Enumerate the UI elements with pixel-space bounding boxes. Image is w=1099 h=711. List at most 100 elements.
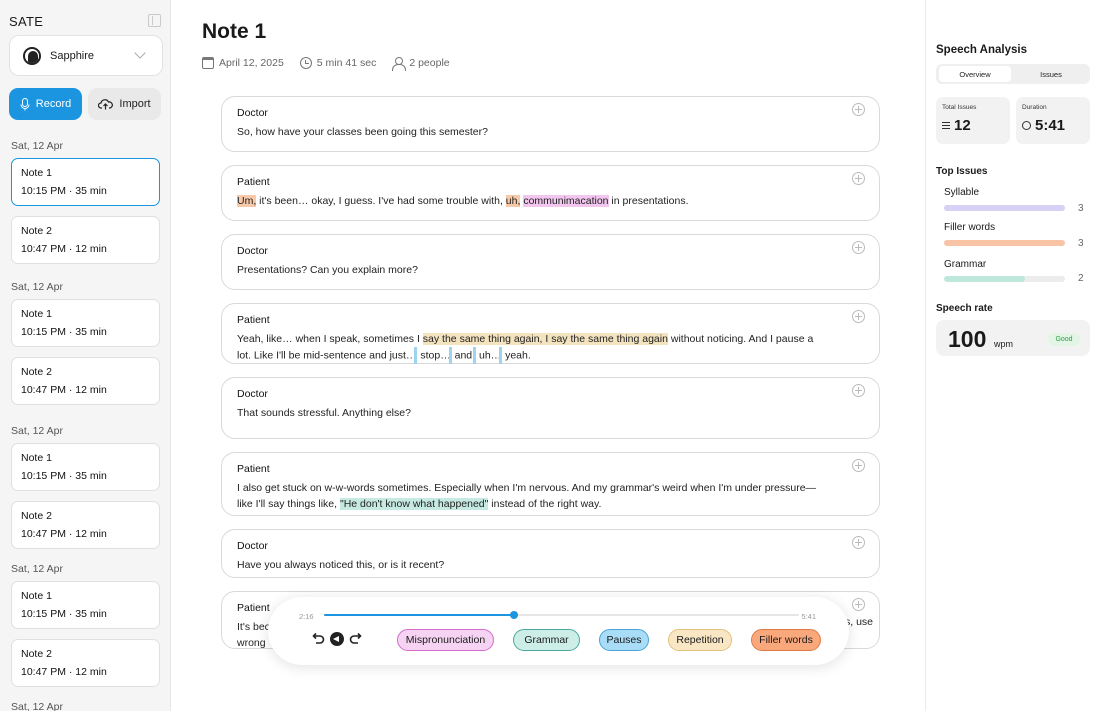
record-button[interactable]: Record (9, 88, 82, 120)
transcript-message: Patient I also get stuck on w-w-words som… (221, 452, 880, 516)
text-span: uh… (476, 349, 502, 362)
text-span: So, how have your classes been going thi… (237, 126, 488, 138)
tab-issues[interactable]: Issues (1015, 66, 1087, 82)
filter-chip-pauses[interactable]: Pauses (599, 629, 649, 651)
page-title: Note 1 (202, 20, 267, 43)
note-list-item[interactable]: Note 2 10:47 PM · 12 min (11, 216, 160, 264)
issue-count: 3 (1078, 203, 1084, 214)
note-date: April 12, 2025 (202, 57, 284, 69)
total-issues-card: Total Issues 12 (936, 97, 1010, 144)
add-icon[interactable] (852, 241, 865, 254)
analysis-tabs: Overview Issues (936, 64, 1090, 84)
note-title: Note 2 (21, 225, 52, 237)
add-icon[interactable] (852, 172, 865, 185)
text-span: It's bec (237, 621, 270, 633)
note-title: Note 2 (21, 510, 52, 522)
transcript-message: Doctor So, how have your classes been goi… (221, 96, 880, 152)
clock-icon (299, 57, 312, 69)
issue-name: Grammar (944, 259, 987, 270)
rewind-button[interactable] (310, 631, 326, 647)
note-list-item[interactable]: Note 1 10:15 PM · 35 min (11, 158, 160, 206)
note-list-item[interactable]: Note 1 10:15 PM · 35 min (11, 581, 160, 629)
issue-count: 2 (1078, 273, 1084, 284)
note-title: Note 1 (21, 590, 52, 602)
add-icon[interactable] (852, 103, 865, 116)
main-content: Note 1 April 12, 2025 5 min 41 sec 2 peo… (171, 0, 925, 711)
current-time: 2:16 (299, 612, 314, 621)
person-icon (392, 57, 407, 71)
note-title: Note 1 (21, 308, 52, 320)
speaker-label: Patient (237, 314, 270, 326)
speech-rate-title: Speech rate (936, 303, 993, 314)
date-group-label: Sat, 12 Apr (11, 425, 63, 437)
note-list-item[interactable]: Note 2 10:47 PM · 12 min (11, 357, 160, 405)
highlight-filler[interactable]: uh, (505, 195, 521, 207)
speech-rate-badge: Good (1048, 333, 1080, 346)
issue-bar-fill (944, 205, 1065, 211)
note-duration: 5 min 41 sec (299, 57, 376, 69)
highlight-mispron[interactable]: communimacation (523, 195, 609, 207)
message-text: Presentations? Can you explain more? (237, 262, 829, 278)
note-date-text: April 12, 2025 (219, 57, 284, 69)
text-span: in presentations. (608, 195, 689, 207)
microphone-icon (20, 97, 30, 110)
note-meta: 10:47 PM · 12 min (21, 666, 107, 678)
forward-icon (349, 632, 362, 644)
note-list-item[interactable]: Note 2 10:47 PM · 12 min (11, 639, 160, 687)
note-title: Note 2 (21, 648, 52, 660)
message-text: Yeah, like… when I speak, sometimes I sa… (237, 331, 829, 364)
filter-chip-filler-words[interactable]: Filler words (751, 629, 821, 651)
text-span: Have you always noticed this, or is it r… (237, 559, 445, 571)
highlight-filler[interactable]: Um, (237, 195, 257, 207)
audio-player: 2:16 5:41 Mispronunciation Grammar Pause… (268, 597, 849, 665)
date-group-label: Sat, 12 Apr (11, 140, 63, 152)
date-group-label: Sat, 12 Apr (11, 281, 63, 293)
speaker-label: Patient (237, 463, 270, 475)
highlight-rep[interactable]: say the same thing again, I say the same… (422, 333, 668, 345)
text-span: instead of the right way. (488, 498, 602, 510)
duration-value: 5:41 (1035, 117, 1066, 134)
note-list-item[interactable]: Note 1 10:15 PM · 35 min (11, 299, 160, 347)
forward-button[interactable] (348, 631, 364, 647)
tab-overview[interactable]: Overview (939, 66, 1011, 82)
add-icon[interactable] (852, 598, 865, 611)
record-label: Record (35, 98, 72, 110)
speech-rate-value: 100 (948, 326, 987, 352)
note-list-item[interactable]: Note 1 10:15 PM · 35 min (11, 443, 160, 491)
filter-chip-repetition[interactable]: Repetition (668, 629, 732, 651)
calendar-icon (202, 57, 214, 69)
add-icon[interactable] (852, 536, 865, 549)
play-button[interactable] (330, 632, 344, 646)
total-issues-value: 12 (954, 117, 971, 134)
add-icon[interactable] (852, 459, 865, 472)
add-icon[interactable] (852, 310, 865, 323)
transcript-message: Doctor That sounds stressful. Anything el… (221, 377, 880, 439)
message-text: I also get stuck on w-w-words sometimes.… (237, 480, 829, 512)
user-selector[interactable]: Sapphire (9, 35, 163, 76)
filter-chip-mispronunciation[interactable]: Mispronunciation (397, 629, 494, 651)
message-text: That sounds stressful. Anything else? (237, 405, 829, 421)
note-people-text: 2 people (409, 57, 450, 69)
note-title: Note 2 (21, 366, 52, 378)
message-text: So, how have your classes been going thi… (237, 124, 829, 140)
sidebar: SATE Sapphire Record Import Sat, 12 Apr … (0, 0, 171, 711)
note-meta: 10:15 PM · 35 min (21, 470, 107, 482)
rewind-icon (312, 632, 325, 644)
add-icon[interactable] (852, 384, 865, 397)
text-span: s, use (844, 616, 873, 628)
duration-value-row: 5:41 (1022, 117, 1090, 134)
sidebar-header: SATE (9, 13, 161, 29)
sidebar-collapse-icon[interactable] (148, 14, 161, 27)
note-list-item[interactable]: Note 2 10:47 PM · 12 min (11, 501, 160, 549)
transcript-message: Patient Yeah, like… when I speak, sometim… (221, 303, 880, 364)
note-meta-row: April 12, 2025 5 min 41 sec 2 people (202, 57, 450, 71)
issue-bar-fill (944, 240, 1065, 246)
import-button[interactable]: Import (88, 88, 161, 120)
highlight-gram[interactable]: "He don't know what happened" (339, 498, 489, 510)
total-issues-label: Total Issues (942, 104, 977, 111)
list-icon (942, 122, 950, 129)
filter-chip-grammar[interactable]: Grammar (513, 629, 580, 651)
progress-thumb[interactable] (510, 611, 518, 619)
progress-track[interactable] (324, 611, 799, 619)
note-meta: 10:47 PM · 12 min (21, 528, 107, 540)
